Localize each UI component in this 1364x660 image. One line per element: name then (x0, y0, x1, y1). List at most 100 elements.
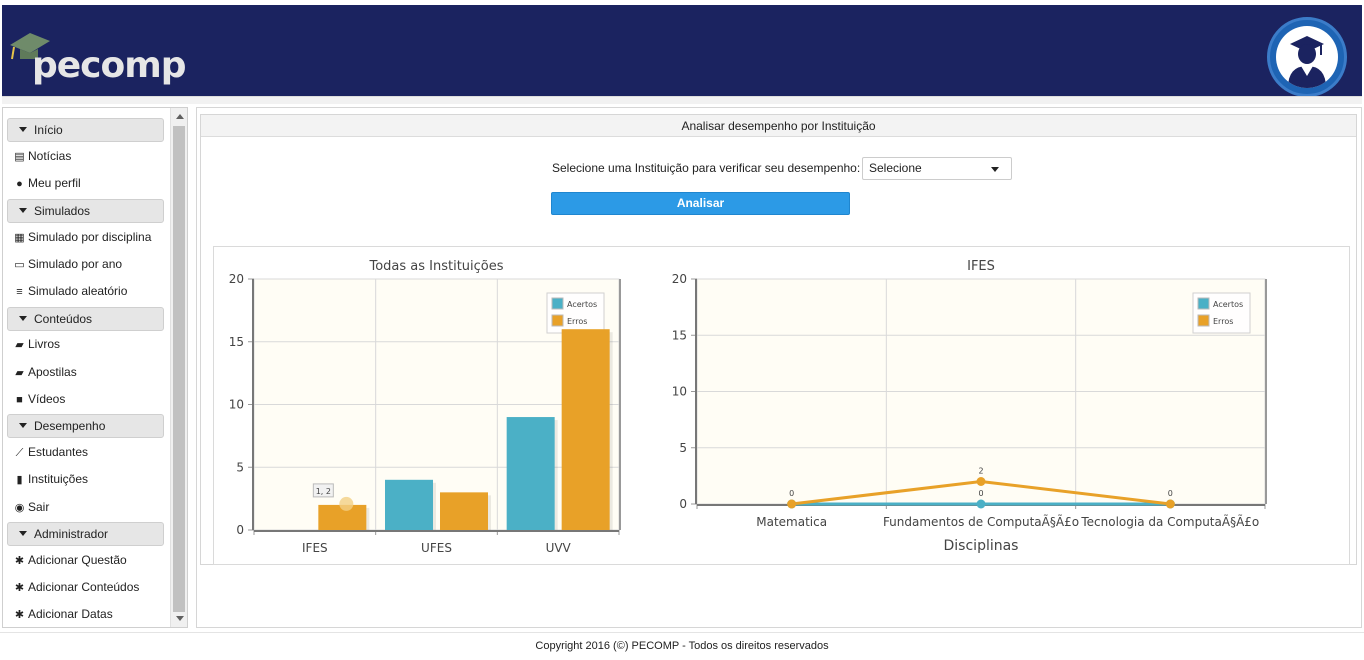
graduate-user-icon (1288, 36, 1326, 88)
y-tick-label: 20 (672, 272, 687, 286)
sidebar-section-simulados[interactable]: Simulados (7, 199, 164, 223)
sidebar-section-desempenho[interactable]: Desempenho (7, 414, 164, 438)
y-tick-label: 0 (236, 523, 244, 537)
tooltip-text: 1, 2 (316, 487, 331, 496)
sidebar-item-simulado-disciplina[interactable]: ▦ Simulado por disciplina (13, 229, 151, 246)
data-label: 0 (789, 489, 794, 498)
header-divider (2, 96, 1362, 104)
calendar-icon: ▭ (14, 259, 25, 271)
y-tick-label: 20 (229, 272, 244, 286)
sidebar-item-meu-perfil[interactable]: ● Meu perfil (13, 175, 81, 192)
analyze-button[interactable]: Analisar (551, 192, 850, 215)
y-tick-label: 5 (679, 441, 687, 455)
bar-chart-icon: ▮ (16, 474, 23, 486)
app-header: pecomp (2, 5, 1362, 97)
sidebar-item-adicionar-questao[interactable]: ✱ Adicionar Questão (13, 552, 127, 569)
sidebar-scrollbar[interactable] (170, 108, 187, 627)
sidebar-item-label: Simulado aleatório (28, 284, 128, 298)
gear-icon: ✱ (14, 555, 25, 567)
x-tick-label: UFES (421, 541, 452, 555)
scrollbar-thumb[interactable] (173, 126, 185, 612)
power-icon: ◉ (14, 502, 25, 514)
bar-erros (561, 329, 610, 530)
sidebar-item-adicionar-datas[interactable]: ✱ Adicionar Datas (13, 606, 113, 623)
legend-label: Acertos (1213, 300, 1243, 309)
gear-icon: ✱ (14, 582, 25, 594)
sidebar-section-conteudos[interactable]: Conteúdos (7, 307, 164, 331)
point-erros (787, 499, 797, 509)
y-tick-label: 5 (236, 460, 244, 474)
point-erros (976, 477, 986, 486)
x-tick-label: Matematica (756, 515, 827, 529)
panel-title: Analisar desempenho por Instituição (201, 115, 1356, 137)
sidebar-item-simulado-ano[interactable]: ▭ Simulado por ano (13, 256, 122, 273)
sidebar-item-label: Simulado por ano (28, 257, 123, 271)
x-axis-label: Disciplinas (944, 538, 1019, 554)
institution-select-value: Selecione (869, 161, 922, 175)
x-tick-label: Fundamentos de ComputaÃ§Ã£o (883, 514, 1079, 529)
sidebar-item-livros[interactable]: ▰ Livros (13, 336, 60, 353)
chart-title: Todas as Instituições (368, 259, 503, 274)
newspaper-icon: ▤ (14, 151, 25, 163)
y-tick-label: 15 (229, 335, 244, 349)
footer-copyright: Copyright 2016 (©) PECOMP - Todos os dir… (0, 632, 1364, 660)
scroll-up-arrow-icon[interactable] (176, 114, 184, 119)
sidebar-section-inicio[interactable]: Início (7, 118, 164, 142)
section-label: Administrador (34, 527, 109, 541)
table-icon: ▦ (14, 232, 25, 244)
section-label: Conteúdos (34, 312, 93, 326)
chevron-down-icon (19, 208, 27, 214)
legend-label: Acertos (567, 300, 597, 309)
section-label: Simulados (34, 204, 91, 218)
sidebar-item-simulado-aleatorio[interactable]: ≡ Simulado aleatório (13, 283, 127, 300)
pecomp-logo[interactable]: pecomp (8, 27, 188, 87)
institution-select-label: Selecione uma Instituição para verificar… (552, 161, 861, 175)
user-avatar[interactable] (1267, 17, 1347, 97)
sidebar-item-apostilas[interactable]: ▰ Apostilas (13, 364, 76, 381)
chart-legend: Acertos Erros (1192, 292, 1251, 334)
book-icon: ▰ (15, 339, 24, 351)
chart-legend: Acertos Erros (546, 292, 605, 334)
sidebar-item-noticias[interactable]: ▤ Notícias (13, 148, 71, 165)
list-icon: ≡ (16, 286, 23, 298)
bar-acertos (385, 479, 433, 530)
main-content: Analisar desempenho por Instituição Sele… (196, 107, 1362, 628)
sidebar-item-label: Livros (28, 337, 61, 351)
scroll-down-arrow-icon[interactable] (176, 616, 184, 621)
legend-swatch (551, 297, 564, 310)
sidebar-item-label: Sair (28, 500, 50, 514)
institution-select[interactable]: Selecione (862, 157, 1012, 180)
x-tick-label: UVV (546, 541, 572, 555)
legend-swatch (551, 314, 564, 327)
chevron-down-icon (19, 423, 27, 429)
sidebar-item-estudantes[interactable]: ⟋ Estudantes (13, 444, 88, 461)
charts-container: 0 5 10 15 20 Todas as Instituições IFES UFES UVV… (213, 246, 1350, 565)
chevron-down-icon (19, 316, 27, 322)
sidebar-item-videos[interactable]: ■ Vídeos (13, 391, 65, 408)
sidebar-item-instituicoes[interactable]: ▮ Instituições (13, 471, 88, 488)
sidebar-item-label: Estudantes (28, 445, 89, 459)
section-label: Início (34, 123, 63, 137)
sidebar-section-administrador[interactable]: Administrador (7, 522, 164, 546)
chart-title: IFES (967, 259, 995, 274)
legend-swatch (1197, 314, 1210, 327)
sidebar-item-label: Adicionar Questão (28, 553, 127, 567)
gear-icon: ✱ (14, 609, 25, 621)
section-label: Desempenho (34, 419, 106, 433)
sidebar-menu: Início ▤ Notícias ● Meu perfil Simulados ▦… (2, 107, 188, 628)
x-tick-label: Tecnologia da ComputaÃ§Ã£o (1080, 514, 1259, 529)
sidebar-item-label: Adicionar Datas (28, 607, 113, 621)
line-chart-icon: ⟋ (15, 447, 24, 459)
sidebar-item-label: Instituições (28, 472, 89, 486)
legend-label: Erros (567, 317, 587, 326)
y-tick-label: 10 (672, 385, 687, 399)
bar-erros (440, 492, 488, 530)
point-erros (1165, 499, 1175, 509)
sidebar-item-adicionar-conteudos[interactable]: ✱ Adicionar Conteúdos (13, 579, 140, 596)
bar-highlight (339, 496, 354, 511)
sidebar-item-sair[interactable]: ◉ Sair (13, 499, 50, 516)
y-tick-label: 15 (672, 328, 687, 342)
chart-2: 0 5 10 15 20 IFES Matematica Fundamentos de Com… (672, 259, 1267, 554)
sidebar-item-label: Simulado por disciplina (28, 230, 152, 244)
video-camera-icon: ■ (16, 394, 23, 406)
